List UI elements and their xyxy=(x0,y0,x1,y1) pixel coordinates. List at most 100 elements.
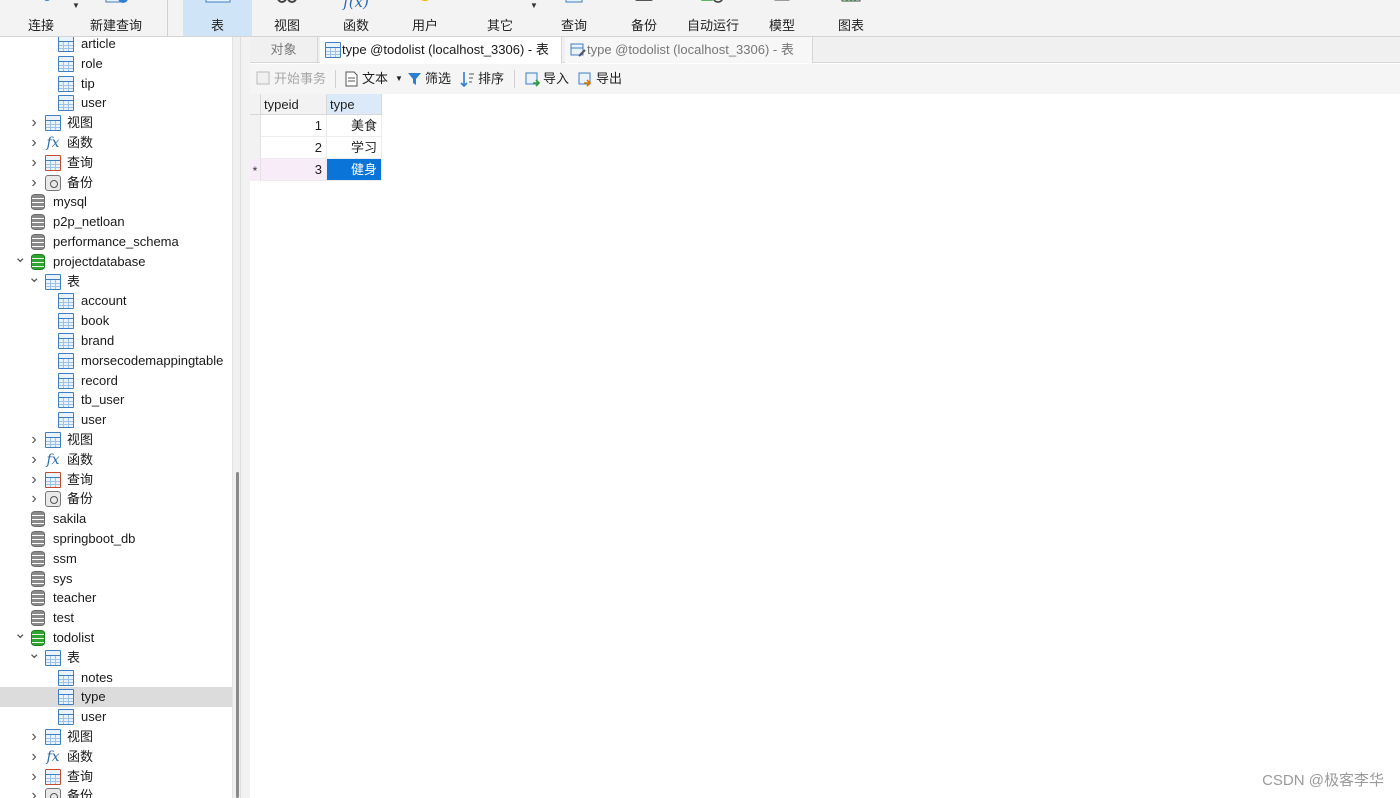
ribbon-function-button[interactable]: f(x) 函数 xyxy=(330,0,382,36)
tree-item-label: 函数 xyxy=(67,748,94,764)
tree-item-morsecodemappingtable[interactable]: morsecodemappingtable xyxy=(0,351,232,371)
row-indicator[interactable] xyxy=(250,137,261,159)
pane-splitter[interactable] xyxy=(240,37,250,798)
chevron-right-icon[interactable]: › xyxy=(28,767,40,787)
export-button[interactable]: 导出 xyxy=(578,71,624,87)
tree-item-表[interactable]: ⌄ 表 xyxy=(0,645,232,668)
tree-item-备份[interactable]: › 备份 xyxy=(0,786,232,798)
chevron-right-icon[interactable]: › xyxy=(28,747,40,767)
ribbon-table-button[interactable]: 表 xyxy=(183,0,252,36)
chevron-down-icon[interactable]: ⌄ xyxy=(28,268,41,288)
chevron-down-icon[interactable]: ⌄ xyxy=(28,644,41,664)
text-view-button[interactable]: 文本 ▼ xyxy=(344,71,403,87)
tree-item-函数[interactable]: › fx 函数 xyxy=(0,133,232,153)
tree-item-查询[interactable]: › 查询 xyxy=(0,767,232,787)
chevron-right-icon[interactable]: › xyxy=(28,173,40,193)
tree-item-brand[interactable]: brand xyxy=(0,331,232,351)
tree-item-user[interactable]: user xyxy=(0,410,232,430)
other-dropdown-arrow[interactable]: ▼ xyxy=(530,1,538,10)
tree-item-ssm[interactable]: ssm xyxy=(0,549,232,569)
tree-item-查询[interactable]: › 查询 xyxy=(0,470,232,490)
object-tree-scroll-thumb[interactable] xyxy=(236,472,239,798)
ribbon-chart-button[interactable]: 图表 xyxy=(824,0,878,36)
tree-item-test[interactable]: test xyxy=(0,608,232,628)
editor-toolbar: 开始事务 文本 ▼ 筛选 排序 导入 导出 xyxy=(250,64,1400,94)
tree-item-performance_schema[interactable]: performance_schema xyxy=(0,232,232,252)
tree-item-role[interactable]: role xyxy=(0,54,232,74)
tab-type-table-data[interactable]: type @todolist (localhost_3306) - 表 xyxy=(320,37,562,63)
tree-item-备份[interactable]: › 备份 xyxy=(0,173,232,193)
tree-item-label: test xyxy=(53,610,74,626)
ribbon-view-button[interactable]: 视图 xyxy=(262,0,312,36)
new-query-button[interactable]: 新建查询 xyxy=(84,0,148,36)
tree-item-视图[interactable]: › 视图 xyxy=(0,113,232,133)
ribbon-user-button[interactable]: 用户 xyxy=(400,0,450,36)
tree-item-sakila[interactable]: sakila xyxy=(0,509,232,529)
ribbon-backup-button[interactable]: 备份 xyxy=(618,0,670,36)
cell-typeid[interactable]: 2 xyxy=(261,137,327,159)
cell-typeid[interactable]: 3 xyxy=(261,159,327,181)
tree-item-article[interactable]: article xyxy=(0,37,232,54)
chevron-down-icon[interactable]: ▼ xyxy=(395,71,403,87)
chevron-right-icon[interactable]: › xyxy=(28,153,40,173)
tree-item-record[interactable]: record xyxy=(0,371,232,391)
tree-item-type[interactable]: type xyxy=(0,687,232,708)
ribbon-model-button[interactable]: 模型 xyxy=(756,0,808,36)
chevron-right-icon[interactable]: › xyxy=(28,113,40,133)
chevron-down-icon[interactable]: ⌄ xyxy=(14,624,27,644)
tree-item-视图[interactable]: › 视图 xyxy=(0,727,232,747)
tree-item-teacher[interactable]: teacher xyxy=(0,588,232,608)
cell-type[interactable]: 美食 xyxy=(327,115,382,137)
chevron-right-icon[interactable]: › xyxy=(28,133,40,153)
tree-item-视图[interactable]: › 视图 xyxy=(0,430,232,450)
chevron-right-icon[interactable]: › xyxy=(28,470,40,490)
sort-button[interactable]: 排序 xyxy=(460,71,506,87)
tree-item-sys[interactable]: sys xyxy=(0,569,232,589)
import-button[interactable]: 导入 xyxy=(525,71,571,87)
schedule-icon xyxy=(701,0,723,3)
tab-objects[interactable]: 对象 xyxy=(250,37,318,63)
grid-corner[interactable] xyxy=(250,94,261,115)
ribbon-schedule-button[interactable]: 自动运行 xyxy=(684,0,742,36)
tree-item-user[interactable]: user xyxy=(0,707,232,727)
table-icon xyxy=(58,412,74,429)
tree-item-表[interactable]: ⌄ 表 xyxy=(0,269,232,292)
filter-button[interactable]: 筛选 xyxy=(407,71,453,87)
connect-dropdown-arrow[interactable]: ▼ xyxy=(72,1,80,10)
chevron-right-icon[interactable]: › xyxy=(28,489,40,509)
tree-item-备份[interactable]: › 备份 xyxy=(0,489,232,509)
tree-item-mysql[interactable]: mysql xyxy=(0,192,232,212)
new-query-icon xyxy=(105,0,128,3)
view-icon xyxy=(45,115,61,132)
tree-item-account[interactable]: account xyxy=(0,291,232,311)
tab-type-table-design[interactable]: type @todolist (localhost_3306) - 表 xyxy=(565,37,813,63)
tree-item-查询[interactable]: › 查询 xyxy=(0,153,232,173)
ribbon-other-button[interactable]: 其它 ▼ xyxy=(472,0,538,36)
chevron-right-icon[interactable]: › xyxy=(28,727,40,747)
tree-item-tip[interactable]: tip xyxy=(0,74,232,94)
import-icon xyxy=(525,72,540,87)
begin-transaction-button[interactable]: 开始事务 xyxy=(256,71,328,87)
cell-typeid[interactable]: 1 xyxy=(261,115,327,137)
chevron-down-icon[interactable]: ⌄ xyxy=(14,248,27,268)
connect-button[interactable]: 连接 ▼ xyxy=(14,0,80,36)
ribbon-query-button[interactable]: 查询 xyxy=(548,0,600,36)
row-indicator[interactable]: * xyxy=(250,159,261,181)
cell-type-active[interactable]: 健身 xyxy=(327,159,382,181)
tree-item-notes[interactable]: notes xyxy=(0,668,232,688)
tree-item-label: brand xyxy=(81,333,115,348)
tree-item-函数[interactable]: › fx 函数 xyxy=(0,747,232,767)
tree-item-springboot_db[interactable]: springboot_db xyxy=(0,529,232,549)
chevron-right-icon[interactable]: › xyxy=(28,786,40,798)
tree-item-函数[interactable]: › fx 函数 xyxy=(0,450,232,470)
cell-type[interactable]: 学习 xyxy=(327,137,382,159)
tree-item-p2p_netloan[interactable]: p2p_netloan xyxy=(0,212,232,232)
tree-item-user[interactable]: user xyxy=(0,93,232,113)
tree-item-book[interactable]: book xyxy=(0,311,232,331)
column-header-type[interactable]: type xyxy=(327,94,382,115)
row-indicator[interactable] xyxy=(250,115,261,137)
column-header-typeid[interactable]: typeid xyxy=(261,94,327,115)
chevron-right-icon[interactable]: › xyxy=(28,450,40,470)
tree-item-tb_user[interactable]: tb_user xyxy=(0,390,232,410)
chevron-right-icon[interactable]: › xyxy=(28,430,40,450)
